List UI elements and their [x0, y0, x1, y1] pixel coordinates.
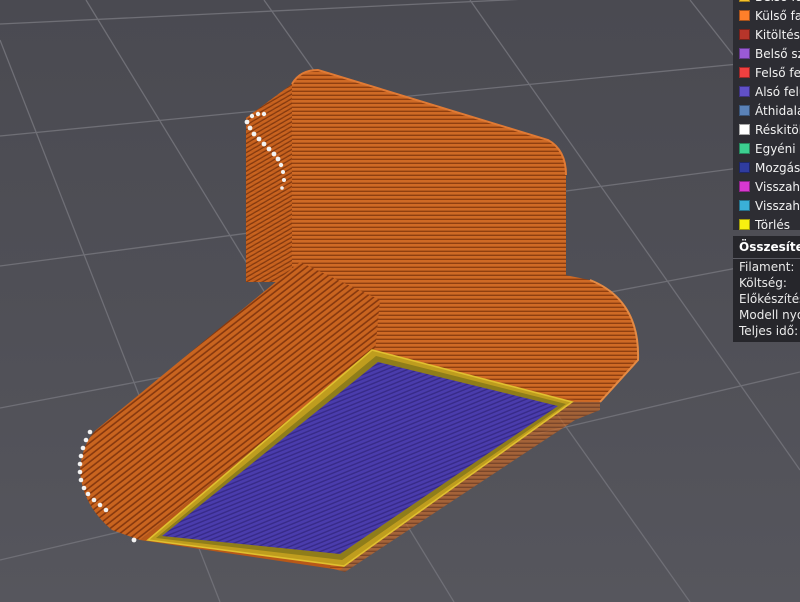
3d-viewport[interactable]: Belső fal Külső fal Kitöltés Belső szi Felső… [0, 0, 800, 602]
summary-row: Költség: [739, 276, 787, 290]
legend-label: Visszahú [755, 179, 800, 194]
legend-swatch [739, 10, 750, 21]
summary-panel: Összesített Filament: Költség: Előkészítés… [733, 236, 800, 342]
legend-swatch [739, 200, 750, 211]
legend-swatch [739, 48, 750, 59]
summary-row: Modell nyo [739, 308, 800, 322]
legend-item[interactable]: Visszahú [733, 177, 800, 196]
legend-label: Felső fel [755, 65, 800, 80]
legend-swatch [739, 124, 750, 135]
legend-swatch [739, 0, 750, 2]
legend-swatch [739, 29, 750, 40]
legend-item[interactable]: Alsó felü [733, 82, 800, 101]
legend-swatch [739, 162, 750, 173]
legend-item[interactable]: Réskitölt [733, 120, 800, 139]
legend-item[interactable]: Kitöltés [733, 25, 800, 44]
legend-item[interactable]: Belső szi [733, 44, 800, 63]
summary-divider [733, 258, 800, 259]
legend-label: Belső szi [755, 46, 800, 61]
legend-item[interactable]: Törlés [733, 215, 800, 230]
summary-row: Előkészítés [739, 292, 800, 306]
legend-swatch [739, 67, 750, 78]
legend-swatch [739, 86, 750, 97]
legend-swatch [739, 219, 750, 230]
legend-label: Alsó felü [755, 84, 800, 99]
legend-label: Áthidalás [755, 103, 800, 118]
legend-swatch [739, 181, 750, 192]
legend-label: Visszahú [755, 198, 800, 213]
gcode-preview-scene[interactable] [0, 0, 800, 602]
legend-item[interactable]: Mozgás [733, 158, 800, 177]
legend-label: Külső fal [755, 8, 800, 23]
legend-label: Egyéni [755, 141, 796, 156]
legend-swatch [739, 105, 750, 116]
legend-label: Mozgás [755, 160, 800, 175]
legend-swatch [739, 143, 750, 154]
summary-row: Filament: [739, 260, 795, 274]
summary-title: Összesített [739, 240, 800, 254]
legend-item[interactable]: Egyéni [733, 139, 800, 158]
legend-item[interactable]: Külső fal [733, 6, 800, 25]
legend-label: Kitöltés [755, 27, 800, 42]
legend-label: Belső fal [755, 0, 800, 4]
legend-label: Réskitölt [755, 122, 800, 137]
legend-label: Törlés [755, 217, 791, 231]
legend-panel: Belső fal Külső fal Kitöltés Belső szi Felső… [733, 0, 800, 230]
legend-item[interactable]: Felső fel [733, 63, 800, 82]
summary-row: Teljes idő: [739, 324, 799, 338]
legend-item[interactable]: Visszahú [733, 196, 800, 215]
legend-item[interactable]: Áthidalás [733, 101, 800, 120]
